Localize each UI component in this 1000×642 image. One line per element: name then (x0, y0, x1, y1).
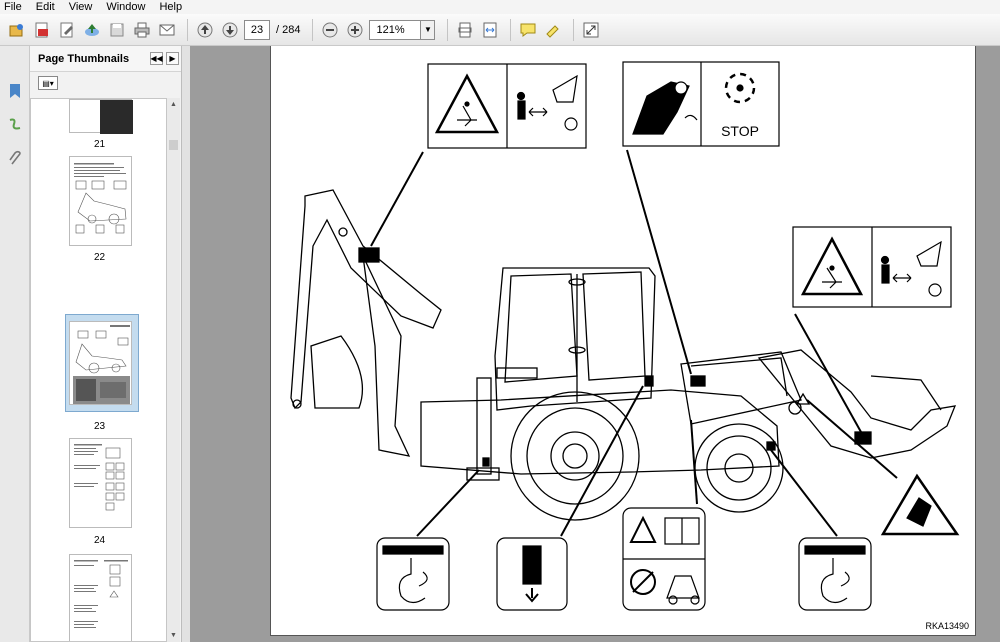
zoom-in-icon[interactable] (344, 19, 366, 41)
crush-hazard-decal-right (792, 226, 952, 308)
pdf-page: STOP RKA13490 (270, 46, 976, 636)
scroll-up-icon[interactable]: ▲ (167, 98, 180, 111)
zoom-out-icon[interactable] (319, 19, 341, 41)
stop-label: STOP (721, 123, 759, 139)
attachment-icon[interactable] (6, 150, 24, 168)
options-icon[interactable]: ▤▾ (38, 76, 58, 90)
toolbar-separator (447, 18, 449, 41)
scroll-down-icon[interactable]: ▼ (167, 629, 180, 642)
upload-icon[interactable] (81, 19, 103, 41)
print-icon[interactable] (131, 19, 153, 41)
bookmark-icon[interactable] (6, 82, 24, 100)
read-manual-decal (622, 507, 706, 611)
comment-icon[interactable] (517, 19, 539, 41)
page-number-input[interactable]: 23 (244, 19, 270, 40)
crush-hazard-decal (427, 63, 587, 149)
menu-edit[interactable]: Edit (36, 1, 55, 13)
hook-decal-left (376, 537, 450, 611)
email-icon[interactable] (156, 19, 178, 41)
fit-width-icon[interactable] (479, 19, 501, 41)
thumbnail-label: 23 (93, 421, 106, 432)
thumbnail-page-selected[interactable] (69, 321, 132, 405)
thumbnail-options-row: ▤▾ (30, 72, 181, 94)
fit-page-icon[interactable] (454, 19, 476, 41)
menu-bar: File Edit View Window Help (0, 0, 1000, 14)
expand-icon[interactable] (580, 19, 602, 41)
thumbnail-page[interactable] (69, 438, 132, 528)
highlight-icon[interactable] (542, 19, 564, 41)
leader-lines (370, 149, 898, 537)
thumbnail-panel: Page Thumbnails ◀◀ ▶ ▤▾ 21 22 23 24 ▲ ▼ (30, 46, 182, 642)
create-pdf-icon[interactable] (31, 19, 53, 41)
thumbnail-list[interactable]: 21 22 23 24 (30, 98, 167, 642)
thumbnail-label: 24 (93, 535, 106, 546)
crush-warning-triangle (880, 473, 960, 536)
thumbnail-page[interactable] (69, 554, 132, 641)
thumbnail-scrollbar[interactable]: ▲ ▼ (167, 98, 180, 642)
thumbnail-label: 22 (93, 252, 106, 263)
toolbar-separator (312, 18, 314, 41)
save-icon[interactable] (106, 19, 128, 41)
toolbar-separator (187, 18, 188, 41)
thumbnail-page[interactable] (69, 156, 132, 246)
zoom-dropdown-icon[interactable]: ▼ (421, 19, 436, 40)
toolbar: 23 / 284 121% ▼ (0, 14, 1000, 46)
menu-file[interactable]: File (4, 1, 22, 13)
menu-window[interactable]: Window (106, 1, 145, 13)
thumbnail-label: 21 (93, 139, 106, 150)
next-page-icon[interactable] (219, 19, 241, 41)
panel-menu-icon[interactable]: ▶ (166, 52, 179, 65)
page-thumbnails-icon[interactable] (6, 116, 24, 134)
zoom-level-input[interactable]: 121% (369, 19, 422, 40)
backhoe-loader-drawing (290, 189, 957, 521)
toolbar-separator (573, 18, 575, 41)
panel-splitter[interactable] (182, 46, 190, 642)
scrollbar-thumb[interactable] (169, 140, 178, 150)
toolbar-separator (510, 18, 512, 41)
hook-decal-right (798, 537, 872, 611)
document-viewport[interactable]: STOP RKA13490 (190, 46, 1000, 642)
open-file-icon[interactable] (6, 19, 28, 41)
collapse-panel-icon[interactable]: ◀◀ (150, 52, 163, 65)
previous-page-icon[interactable] (194, 19, 216, 41)
backhoe-safety-diagram: STOP (290, 61, 960, 611)
page-total: / 284 (276, 23, 301, 36)
figure-code: RKA13490 (925, 621, 969, 631)
tie-down-decal (496, 537, 568, 611)
menu-view[interactable]: View (69, 1, 93, 13)
menu-help[interactable]: Help (159, 1, 182, 13)
navigation-pane-strip (0, 46, 30, 642)
edit-icon[interactable] (56, 19, 78, 41)
thumbnail-page[interactable] (69, 99, 133, 134)
